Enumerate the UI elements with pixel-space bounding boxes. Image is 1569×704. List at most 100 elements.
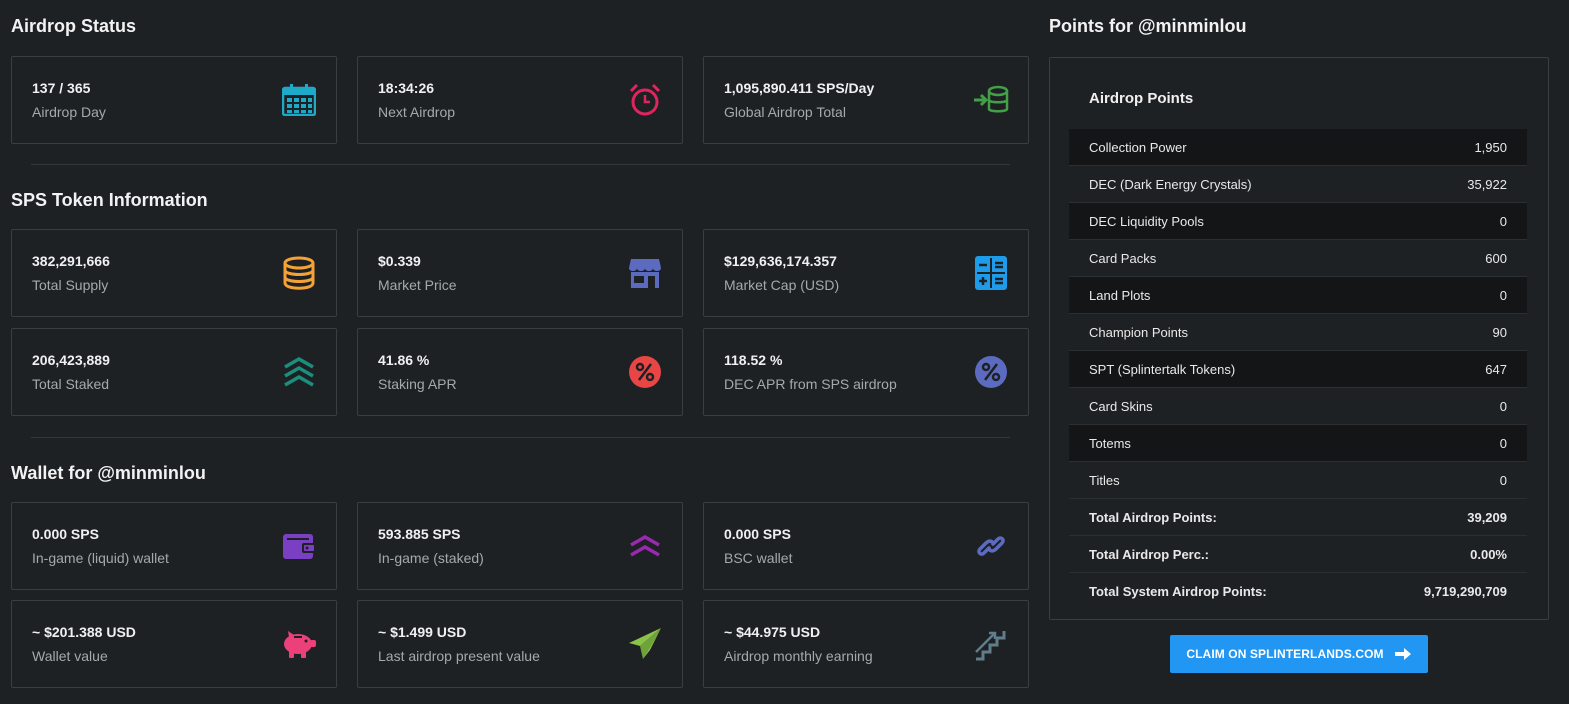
market-cap-label: Market Cap (USD): [724, 277, 840, 293]
total-staked-value: 206,423,889: [32, 352, 110, 368]
table-row: DEC Liquidity Pools 0: [1069, 203, 1527, 240]
row-label: Titles: [1089, 472, 1120, 488]
total-label: Total System Airdrop Points:: [1089, 584, 1267, 599]
market-price-card: $0.339 Market Price: [357, 229, 683, 317]
points-title: Points for @minminlou: [1049, 16, 1247, 36]
global-airdrop-label: Global Airdrop Total: [724, 104, 846, 120]
total-supply-card: 382,291,666 Total Supply: [11, 229, 337, 317]
row-label: SPT (Splintertalk Tokens): [1089, 361, 1236, 377]
row-label: Land Plots: [1089, 287, 1151, 303]
total-label: Total Airdrop Points:: [1089, 509, 1217, 525]
table-row: Totems 0: [1069, 425, 1527, 462]
wallet-icon: [280, 527, 318, 565]
stairs-icon: [972, 625, 1010, 663]
row-label: DEC (Dark Energy Crystals): [1089, 176, 1252, 192]
table-row: Land Plots 0: [1069, 277, 1527, 314]
row-value: 600: [1485, 250, 1507, 266]
claim-button[interactable]: CLAIM ON SPLINTERLANDS.COM: [1170, 635, 1428, 673]
table-row: Card Packs 600: [1069, 240, 1527, 277]
total-value: 39,209: [1467, 509, 1507, 525]
wallet-value-value: ~ $201.388 USD: [32, 624, 136, 640]
airdrop-status-title: Airdrop Status: [11, 16, 137, 36]
row-value: 0: [1499, 435, 1507, 451]
row-value: 647: [1485, 361, 1507, 377]
token-info-cards: 382,291,666 Total Supply $0.339 Market P…: [11, 229, 1029, 416]
row-value: 1,950: [1474, 139, 1507, 155]
airdrop-status-cards: 137 / 365 Airdrop Day 18:34:26 Next Aird…: [11, 56, 1029, 144]
row-label: Card Skins: [1089, 398, 1153, 414]
wallet-cards: 0.000 SPS In-game (liquid) wallet 593.88…: [11, 502, 1029, 688]
calendar-icon: [280, 81, 318, 119]
percent-circle-icon: [972, 353, 1010, 391]
bsc-wallet-card: 0.000 SPS BSC wallet: [703, 502, 1029, 590]
token-info-title: SPS Token Information: [11, 190, 208, 210]
bsc-wallet-value: 0.000 SPS: [724, 526, 791, 542]
database-import-icon: [972, 81, 1010, 119]
total-value: 0.00%: [1470, 546, 1507, 562]
last-airdrop-card: ~ $1.499 USD Last airdrop present value: [357, 600, 683, 688]
market-price-value: $0.339: [378, 253, 421, 269]
total-staked-label: Total Staked: [32, 376, 110, 392]
next-airdrop-label: Next Airdrop: [378, 104, 456, 120]
market-price-label: Market Price: [378, 277, 457, 293]
bsc-wallet-label: BSC wallet: [724, 550, 793, 566]
airdrop-points-title: Airdrop Points: [1089, 90, 1194, 107]
row-label: DEC Liquidity Pools: [1089, 213, 1204, 229]
triple-chevron-up-icon: [280, 353, 318, 391]
total-supply-value: 382,291,666: [32, 253, 110, 269]
row-value: 0: [1499, 287, 1507, 303]
market-cap-card: $129,636,174.357 Market Cap (USD): [703, 229, 1029, 317]
total-supply-label: Total Supply: [32, 277, 109, 293]
row-label: Collection Power: [1089, 139, 1187, 155]
staked-wallet-value: 593.885 SPS: [378, 526, 461, 542]
divider: [31, 164, 1010, 165]
airdrop-points-table: Collection Power 1,950 DEC (Dark Energy C…: [1069, 129, 1527, 610]
divider: [31, 437, 1010, 438]
row-value: 0: [1499, 472, 1507, 488]
dec-apr-card: 118.52 % DEC APR from SPS airdrop: [703, 328, 1029, 416]
airdrop-day-value: 137 / 365: [32, 80, 91, 96]
table-row: Champion Points 90: [1069, 314, 1527, 351]
dec-apr-value: 118.52 %: [724, 352, 783, 368]
next-airdrop-card: 18:34:26 Next Airdrop: [357, 56, 683, 144]
table-row: Card Skins 0: [1069, 388, 1527, 425]
airdrop-day-label: Airdrop Day: [32, 104, 106, 120]
total-row: Total Airdrop Perc.: 0.00%: [1069, 536, 1527, 573]
table-row: SPT (Splintertalk Tokens) 647: [1069, 351, 1527, 388]
alarm-clock-icon: [626, 81, 664, 119]
last-airdrop-label: Last airdrop present value: [378, 648, 540, 664]
total-row: Total System Airdrop Points: 9,719,290,70…: [1069, 573, 1527, 610]
liquid-wallet-value: 0.000 SPS: [32, 526, 99, 542]
row-value: 90: [1492, 324, 1507, 340]
total-label: Total Airdrop Perc.:: [1089, 546, 1209, 562]
total-value: 9,719,290,709: [1423, 584, 1507, 599]
row-label: Totems: [1089, 435, 1131, 451]
staked-wallet-label: In-game (staked): [378, 550, 484, 566]
liquid-wallet-card: 0.000 SPS In-game (liquid) wallet: [11, 502, 337, 590]
wallet-value-card: ~ $201.388 USD Wallet value: [11, 600, 337, 688]
global-airdrop-value: 1,095,890.411 SPS/Day: [724, 80, 875, 96]
paper-plane-icon: [626, 625, 664, 663]
staked-wallet-card: 593.885 SPS In-game (staked): [357, 502, 683, 590]
table-row: Collection Power 1,950: [1069, 129, 1527, 166]
double-chevron-up-icon: [626, 527, 664, 565]
row-label: Card Packs: [1089, 250, 1157, 266]
piggy-bank-icon: [280, 625, 318, 663]
monthly-earning-value: ~ $44.975 USD: [724, 624, 821, 640]
table-row: Titles 0: [1069, 462, 1527, 499]
coins-stack-icon: [280, 254, 318, 292]
total-row: Total Airdrop Points: 39,209: [1069, 499, 1527, 536]
last-airdrop-value: ~ $1.499 USD: [378, 624, 467, 640]
percent-circle-icon: [626, 353, 664, 391]
staking-apr-card: 41.86 % Staking APR: [357, 328, 683, 416]
airdrop-day-card: 137 / 365 Airdrop Day: [11, 56, 337, 144]
row-value: 0: [1499, 398, 1507, 414]
row-value: 0: [1499, 213, 1507, 229]
total-staked-card: 206,423,889 Total Staked: [11, 328, 337, 416]
calculator-icon: [972, 254, 1010, 292]
dec-apr-label: DEC APR from SPS airdrop: [724, 376, 897, 392]
claim-button-label: CLAIM ON SPLINTERLANDS.COM: [1186, 647, 1384, 661]
monthly-earning-label: Airdrop monthly earning: [724, 648, 873, 664]
wallet-value-label: Wallet value: [32, 648, 108, 664]
wallet-title: Wallet for @minminlou: [11, 463, 206, 483]
